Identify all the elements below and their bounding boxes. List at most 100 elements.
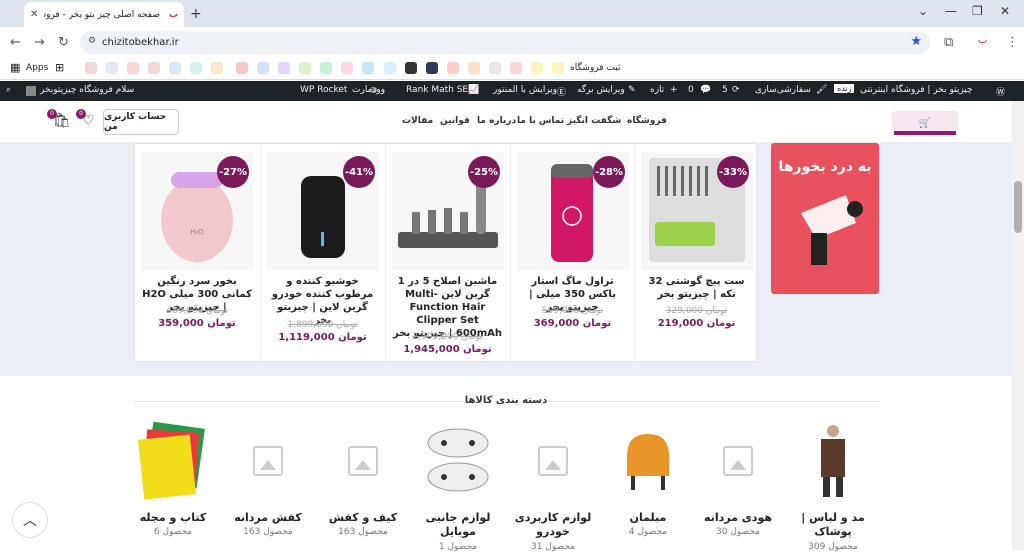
bookmark-star-icon[interactable]: ★: [910, 34, 922, 49]
url-field[interactable]: ⚙ chizitobekhar.ir ★: [80, 31, 930, 54]
window-close-icon[interactable]: ✕: [1000, 4, 1010, 18]
product-image[interactable]: -28%: [517, 152, 629, 270]
site-logo[interactable]: 🛒: [890, 107, 960, 137]
promo-banner[interactable]: به درد بخورها: [771, 143, 879, 294]
menu-icon[interactable]: ⋮: [1006, 35, 1019, 50]
category-item[interactable]: کیف و کفش 163 محصول: [320, 421, 406, 551]
product-image[interactable]: H₂O -27%: [141, 152, 253, 270]
bookmark-icon[interactable]: [489, 62, 501, 74]
bookmark-icon[interactable]: [531, 62, 543, 74]
category-image[interactable]: [700, 421, 776, 501]
product-image[interactable]: -25%: [392, 152, 504, 270]
tab-search-icon[interactable]: ⌄: [918, 4, 928, 18]
gmail-icon[interactable]: [127, 62, 139, 74]
new-tab-icon[interactable]: +: [190, 6, 202, 22]
category-name[interactable]: هودی مردانه: [695, 511, 781, 525]
wp-updates-count[interactable]: 5: [722, 85, 728, 95]
category-name[interactable]: کتاب و مجله: [130, 511, 216, 525]
bookmark-icon[interactable]: [299, 62, 311, 74]
category-item[interactable]: مبلمان 4 محصول: [605, 421, 691, 551]
wp-rankmath[interactable]: Rank Math SEO: [406, 85, 475, 95]
category-item[interactable]: لوازم کاربردی خودرو 31 محصول: [510, 421, 596, 552]
category-name[interactable]: مد و لباس | پوشاک: [790, 511, 876, 539]
wp-greeting[interactable]: سلام فروشگاه چیزیتوبخر: [40, 85, 134, 95]
cart-icon[interactable]: 🛍 0: [47, 109, 71, 129]
scrollbar[interactable]: [1012, 101, 1024, 550]
bookmark-icon[interactable]: [510, 62, 522, 74]
product-image[interactable]: -41%: [267, 152, 379, 270]
product-name[interactable]: ماشین اصلاح 5 در 1 گرین لاین Multi-Funct…: [392, 275, 503, 340]
category-item[interactable]: کفش مردانه 163 محصول: [225, 421, 311, 551]
bookmark-icon[interactable]: [468, 62, 480, 74]
bookmark-icon[interactable]: [85, 62, 97, 74]
bookmark-icon[interactable]: [362, 62, 374, 74]
profile-extension-icon[interactable]: ب: [978, 35, 987, 46]
search-icon[interactable]: ⌕: [6, 85, 11, 95]
category-item[interactable]: لوازم جانبی موبایل 1 محصول: [415, 421, 501, 552]
bookmark-icon[interactable]: [211, 62, 223, 74]
scroll-to-top-button[interactable]: ︿: [12, 502, 48, 538]
account-button[interactable]: حساب کاربری من: [103, 109, 179, 135]
product-card[interactable]: H₂O -27% بخور سرد رنگین کمانی 300 میلی H…: [135, 144, 259, 363]
reload-icon[interactable]: ↻: [58, 35, 69, 50]
wordpress-icon[interactable]: Ⓦ: [996, 85, 1005, 98]
bookmark-icon[interactable]: [552, 62, 564, 74]
wp-customize[interactable]: سفارشی‌سازی: [755, 85, 811, 95]
product-card[interactable]: -33% ست پیچ گوشتی 32 تکه | چیزیتو بخر 32…: [634, 144, 758, 363]
bookmark-icon[interactable]: [341, 62, 353, 74]
bookmark-icon[interactable]: [278, 62, 290, 74]
category-name[interactable]: کفش مردانه: [225, 511, 311, 525]
nav-item-articles[interactable]: مقالات: [402, 116, 433, 126]
category-name[interactable]: لوازم جانبی موبایل: [415, 511, 501, 539]
category-image[interactable]: [610, 421, 686, 501]
wordpress-icon[interactable]: [257, 62, 269, 74]
wp-edit-page[interactable]: ویرایش برگه: [577, 85, 625, 95]
product-image[interactable]: -33%: [641, 152, 753, 270]
avatar[interactable]: [26, 86, 36, 96]
bookmark-icon[interactable]: [236, 62, 248, 74]
scrollbar-thumb[interactable]: [1014, 181, 1022, 233]
restore-icon[interactable]: ❐: [972, 4, 983, 18]
wp-elementor[interactable]: ویرایش با المنتور: [493, 85, 557, 95]
bookmark-icon[interactable]: [405, 62, 417, 74]
category-image[interactable]: [795, 421, 871, 501]
bookmark-icon[interactable]: [190, 62, 202, 74]
wp-rocket[interactable]: WP Rocket: [300, 85, 347, 95]
wishlist-heart-icon[interactable]: ♡ 0: [76, 109, 95, 129]
wp-woodmart[interactable]: وودمارت: [352, 85, 385, 95]
nav-item-amazing[interactable]: شگفت انگیز: [567, 116, 621, 126]
product-card[interactable]: -41% خوشبو کننده و مرطوب کننده خودرو گری…: [260, 144, 384, 363]
minimize-icon[interactable]: —: [945, 4, 957, 18]
extensions-icon[interactable]: ⧉: [944, 35, 953, 50]
bookmark-shop[interactable]: ثبت فروشگاه: [570, 63, 621, 73]
wp-new[interactable]: تازه: [650, 85, 664, 95]
back-icon[interactable]: ←: [10, 35, 21, 50]
google-icon[interactable]: [169, 62, 181, 74]
category-item[interactable]: کتاب و مجله 6 محصول: [130, 421, 216, 551]
category-name[interactable]: کیف و کفش: [320, 511, 406, 525]
category-image[interactable]: [325, 421, 401, 501]
product-card[interactable]: -28% تراول ماگ استار باکس 350 میلی | چیز…: [510, 144, 634, 363]
forward-icon[interactable]: →: [34, 35, 45, 50]
product-card[interactable]: -25% ماشین اصلاح 5 در 1 گرین لاین Multi-…: [385, 144, 509, 363]
category-image[interactable]: [515, 421, 591, 501]
wp-site-name[interactable]: چیزیتو بخر | فروشگاه اینترنتی: [860, 85, 973, 95]
bookmark-icon[interactable]: [320, 62, 332, 74]
category-name[interactable]: مبلمان: [605, 511, 691, 525]
bookmark-icon[interactable]: [426, 62, 438, 74]
category-name[interactable]: لوازم کاربردی خودرو: [510, 511, 596, 539]
browser-tab[interactable]: ب صفحه اصلی چیز بتو بخر - فروشگاه ✕: [24, 2, 184, 27]
bookmark-icon[interactable]: [384, 62, 396, 74]
category-item[interactable]: هودی مردانه 30 محصول: [695, 421, 781, 551]
apps-grid-icon[interactable]: ▦: [10, 61, 20, 74]
category-item[interactable]: مد و لباس | پوشاک 309 محصول: [790, 421, 876, 552]
nav-item-shop[interactable]: فروشگاه: [627, 116, 667, 126]
category-image[interactable]: [135, 421, 211, 501]
product-name[interactable]: ست پیچ گوشتی 32 تکه | چیزیتو بخر: [641, 275, 752, 301]
nav-item-rules[interactable]: قوانین: [440, 116, 470, 126]
nav-item-about[interactable]: درباره ما: [477, 116, 516, 126]
bookmark-apps[interactable]: Apps: [26, 63, 48, 73]
wp-comments-count[interactable]: 0: [688, 85, 694, 95]
site-info-icon[interactable]: ⚙: [88, 36, 96, 46]
bookmark-icon[interactable]: [148, 62, 160, 74]
